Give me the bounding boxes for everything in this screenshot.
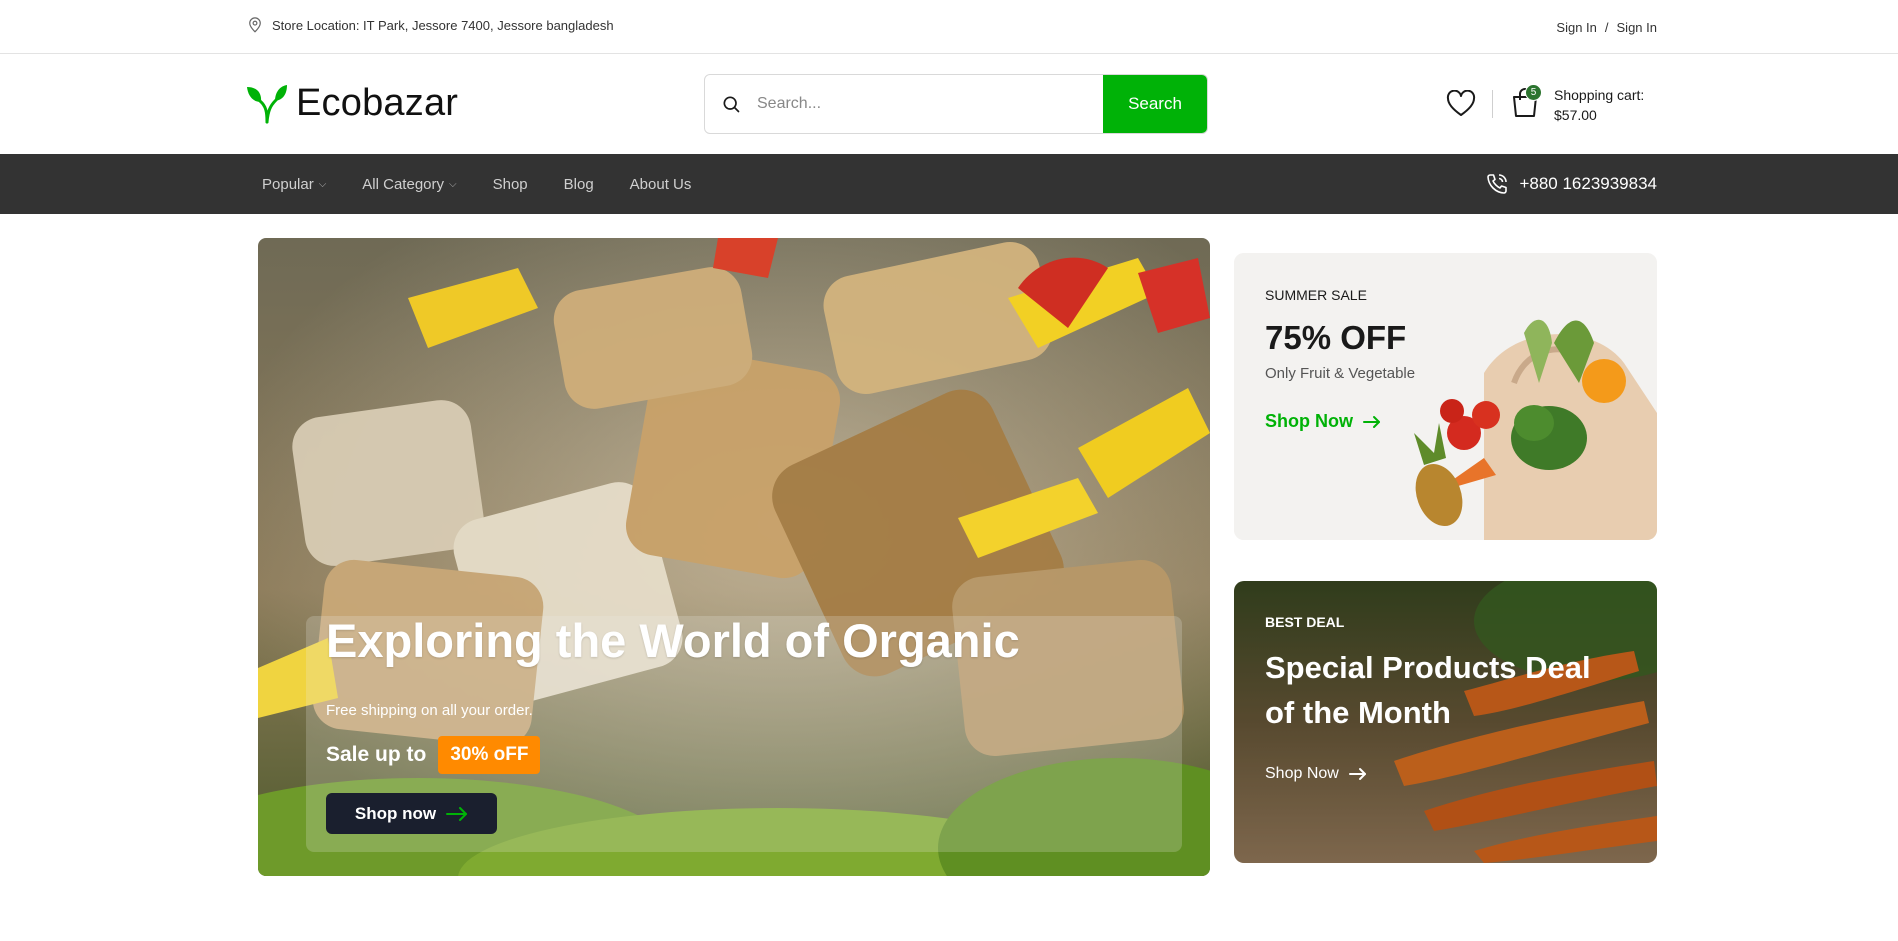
best-deal-title: Special Products Deal of the Month — [1265, 650, 1591, 730]
arrow-right-icon — [1363, 415, 1380, 428]
nav-item-popular[interactable]: Popular ⌵ — [262, 176, 326, 193]
sale-label: Sale up to — [326, 743, 427, 766]
sign-in-link-2[interactable]: Sign In — [1617, 20, 1657, 35]
summer-sale-tag: SUMMER SALE — [1265, 287, 1367, 303]
best-deal-tag: BEST DEAL — [1265, 614, 1345, 630]
summer-sale-subtitle: Only Fruit & Vegetable — [1265, 365, 1416, 382]
sign-in-link[interactable]: Sign In — [1556, 20, 1596, 35]
phone-number: +880 1623939834 — [1519, 174, 1657, 193]
summer-shop-now-link[interactable]: Shop Now — [1265, 411, 1381, 432]
hero-button-label: Shop now — [354, 803, 437, 823]
hero-title: Exploring the World of Organic — [326, 614, 1020, 667]
phone-call-icon — [1487, 174, 1508, 194]
nav-item-label: Blog — [563, 175, 594, 193]
best-deal-card[interactable]: BEST DEAL Special Products Deal of the M… — [1234, 581, 1657, 863]
logo-text: Ecobazar — [296, 82, 459, 124]
nav-item-shop[interactable]: Shop — [493, 176, 528, 193]
sale-badge: 30% oFF — [438, 736, 541, 774]
deal-shop-now-label: Shop Now — [1265, 765, 1339, 782]
store-location: Store Location: IT Park, Jessore 7400, J… — [246, 16, 614, 34]
hero-sale-row: Sale up to 30% oFF — [326, 736, 541, 774]
cart-label: Shopping cart: — [1554, 87, 1645, 103]
header: Ecobazar Search 5 Shopping cart: $57.00 — [0, 54, 1898, 154]
hero-subtitle: Free shipping on all your order. — [326, 702, 533, 719]
auth-links: Sign In / Sign In — [1556, 20, 1657, 35]
hero-shop-now-button[interactable]: Shop now — [326, 793, 497, 834]
summer-sale-card[interactable]: SUMMER SALE 75% OFF Only Fruit & Vegetab… — [1234, 253, 1657, 540]
chevron-down-icon: ⌵ — [449, 178, 457, 190]
nav-item-label: Shop — [492, 175, 528, 193]
logo[interactable]: Ecobazar — [246, 82, 458, 125]
chevron-down-icon: ⌵ — [318, 178, 327, 190]
arrow-right-icon — [446, 806, 468, 821]
cart-total: $57.00 — [1554, 107, 1597, 123]
search-input[interactable] — [757, 75, 1103, 133]
hero-banner: Exploring the World of Organic Free ship… — [258, 238, 1210, 876]
cart-count-badge: 5 — [1525, 84, 1542, 101]
leaf-logo-icon — [247, 84, 287, 123]
phone-contact[interactable]: +880 1623939834 — [1485, 172, 1657, 196]
nav-item-label: About Us — [629, 175, 692, 193]
nav-item-blog[interactable]: Blog — [564, 176, 594, 193]
deal-shop-now-link[interactable]: Shop Now — [1265, 765, 1367, 783]
nav-item-all-category[interactable]: All Category ⌵ — [362, 176, 456, 193]
nav-item-label: Popular — [262, 175, 314, 193]
nav-menu: Popular ⌵ All Category ⌵ Shop Blog About… — [262, 154, 727, 214]
arrow-right-icon — [1348, 768, 1366, 780]
search-button[interactable]: Search — [1103, 75, 1207, 133]
summer-shop-now-label: Shop Now — [1265, 411, 1353, 431]
store-location-text: Store Location: IT Park, Jessore 7400, J… — [272, 17, 614, 33]
auth-separator: / — [1604, 20, 1609, 35]
map-pin-icon — [249, 17, 261, 33]
header-divider — [1492, 90, 1493, 118]
heart-icon[interactable] — [1446, 90, 1476, 118]
top-bar: Store Location: IT Park, Jessore 7400, J… — [0, 0, 1898, 54]
cart-info[interactable]: Shopping cart: $57.00 — [1554, 85, 1644, 125]
search-bar: Search — [704, 74, 1208, 134]
nav-item-label: All Category — [362, 175, 444, 193]
nav-item-about-us[interactable]: About Us — [630, 176, 692, 193]
summer-sale-discount: 75% OFF — [1265, 319, 1407, 356]
search-icon — [705, 75, 757, 133]
main-nav: Popular ⌵ All Category ⌵ Shop Blog About… — [0, 154, 1898, 214]
